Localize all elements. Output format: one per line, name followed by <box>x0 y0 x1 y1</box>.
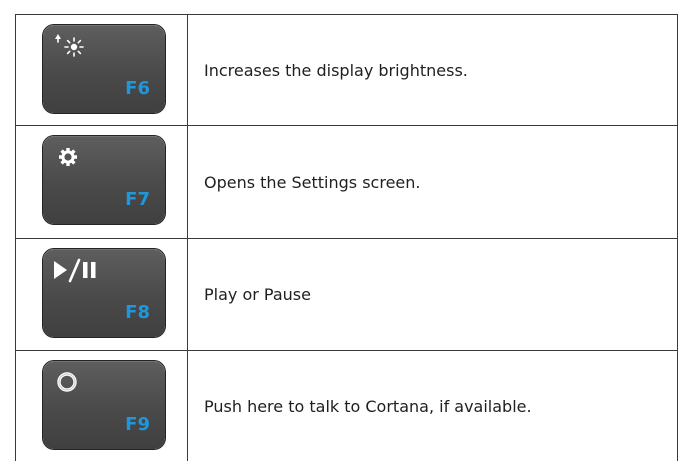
table-row: F9 Push here to talk to Cortana, if avai… <box>16 351 678 461</box>
gear-icon <box>52 144 92 178</box>
key-label: F7 <box>125 189 150 210</box>
play-pause-icon <box>52 257 112 291</box>
description: Increases the display brightness. <box>188 15 678 126</box>
f7-key: F7 <box>43 136 165 224</box>
f8-key: F8 <box>43 249 165 337</box>
f6-key: F6 <box>43 25 165 113</box>
cortana-icon <box>52 369 92 403</box>
table-row: F6 Increases the display brightness. <box>16 15 678 126</box>
function-key-table: F6 Increases the display brightness. F7 <box>15 14 678 461</box>
key-cell: F8 <box>16 239 188 351</box>
f9-key: F9 <box>43 361 165 449</box>
key-cell: F9 <box>16 351 188 461</box>
description: Opens the Settings screen. <box>188 126 678 239</box>
brightness-up-icon <box>52 33 92 67</box>
key-label: F9 <box>125 414 150 435</box>
table-row: F8 Play or Pause <box>16 239 678 351</box>
key-cell: F7 <box>16 126 188 239</box>
description: Push here to talk to Cortana, if availab… <box>188 351 678 461</box>
key-cell: F6 <box>16 15 188 126</box>
table-row: F7 Opens the Settings screen. <box>16 126 678 239</box>
key-label: F6 <box>125 78 150 99</box>
description: Play or Pause <box>188 239 678 351</box>
key-label: F8 <box>125 302 150 323</box>
